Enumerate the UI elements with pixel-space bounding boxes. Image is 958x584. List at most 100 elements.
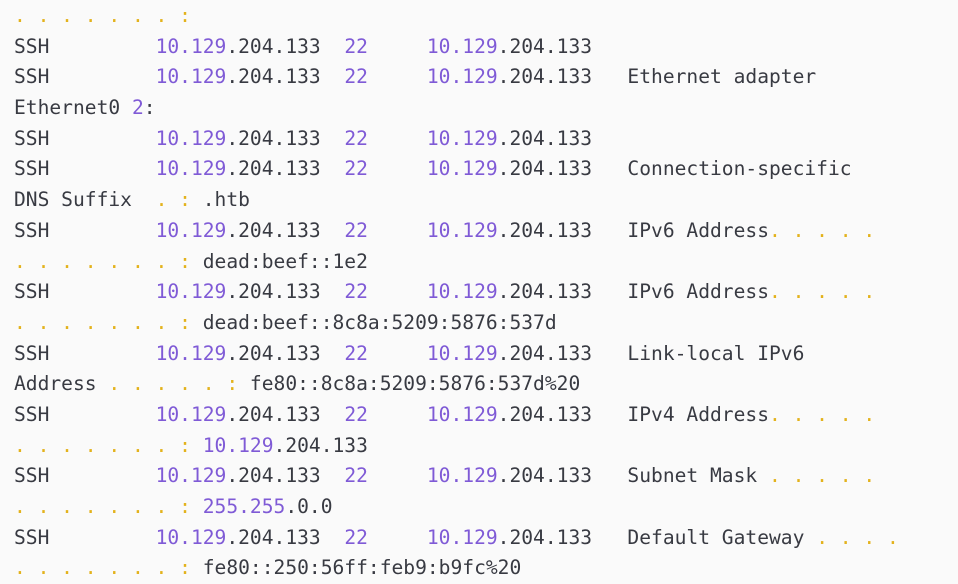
terminal-line: . . . . . . . : dead:beef::8c8a:5209:587… <box>14 308 954 339</box>
terminal-line: . . . . . . . : 255.255.0.0 <box>14 492 954 523</box>
number-token: 22 <box>344 126 368 150</box>
terminal-line: SSH 10.129.204.133 22 10.129.204.133 Eth… <box>14 62 954 93</box>
dot-leader: . . . . . <box>769 280 876 304</box>
text-token: .htb <box>190 188 250 212</box>
terminal-line: SSH 10.129.204.133 22 10.129.204.133 IPv… <box>14 277 954 308</box>
text-token: .204.133 <box>226 341 345 365</box>
text-token: .204.133 <box>497 126 593 150</box>
dot-leader: . . . . . . . : <box>14 249 191 273</box>
text-token: SSH <box>14 525 156 549</box>
text-token: SSH <box>14 464 156 488</box>
number-token: 22 <box>344 464 368 488</box>
text-token: .204.133 <box>226 65 345 89</box>
number-token: 10.129 <box>155 341 227 365</box>
terminal-output: . . . . . . . : SSH 10.129.204.133 22 10.… <box>14 1 954 584</box>
terminal-line: SSH 10.129.204.133 22 10.129.204.133 Def… <box>14 523 954 554</box>
number-token: 10.129 <box>426 157 498 181</box>
number-token: 10.129 <box>155 525 227 549</box>
number-token: 255.255 <box>202 495 286 518</box>
text-token: .204.133 IPv6 Address <box>497 280 769 304</box>
text-token: fe80::8c8a:5209:5876:537d%20 <box>238 372 581 396</box>
terminal-line: . . . . . . . : dead:beef::1e2 <box>14 247 954 278</box>
number-token: 10.129 <box>155 34 227 58</box>
terminal-line: . . . . . . . : <box>14 1 954 32</box>
number-token: 10.129 <box>426 218 498 242</box>
dot-leader: . . . . . . . : <box>14 4 191 27</box>
text-token: Address <box>14 372 109 396</box>
text-token: SSH <box>14 341 156 365</box>
number-token: 10.129 <box>426 65 498 89</box>
number-token: 22 <box>344 157 368 181</box>
dot-leader: . . . . . . . : <box>14 495 191 518</box>
text-token: dead:beef::8c8a:5209:5876:537d <box>190 310 557 334</box>
terminal-line: Address . . . . . : fe80::8c8a:5209:5876… <box>14 369 954 400</box>
text-token: dead:beef::1e2 <box>190 249 368 273</box>
dot-leader: . . . . <box>816 525 899 549</box>
text-token: .204.133 <box>226 464 345 488</box>
dot-leader: . . . . . . . : <box>14 556 191 580</box>
dot-leader: . : <box>155 188 191 212</box>
text-token: .204.133 IPv6 Address <box>497 218 769 242</box>
dot-leader: . . . . . . . : <box>14 310 191 334</box>
terminal-line: . . . . . . . : fe80::250:56ff:feb9:b9fc… <box>14 553 954 584</box>
dot-leader: . . . . . <box>769 218 876 242</box>
terminal-line: SSH 10.129.204.133 22 10.129.204.133 <box>14 124 954 155</box>
text-token: SSH <box>14 218 156 242</box>
text-token: : <box>143 96 156 120</box>
number-token: 10.129 <box>426 126 498 150</box>
number-token: 10.129 <box>202 433 274 457</box>
text-token: .204.133 Default Gateway <box>497 525 817 549</box>
number-token: 22 <box>344 402 368 426</box>
number-token: 10.129 <box>426 34 498 58</box>
number-token: 22 <box>344 280 368 304</box>
text-token: DNS Suffix <box>14 188 156 212</box>
dot-leader: . . . . . : <box>108 372 239 396</box>
dot-leader: . . . . . . . : <box>14 433 191 457</box>
terminal-line: DNS Suffix . : .htb <box>14 185 954 216</box>
number-token: 10.129 <box>426 402 498 426</box>
text-token: SSH <box>14 157 156 181</box>
text-token: .204.133 <box>226 157 345 181</box>
number-token: 22 <box>344 525 368 549</box>
number-token: 22 <box>344 218 368 242</box>
terminal-line: SSH 10.129.204.133 22 10.129.204.133 IPv… <box>14 216 954 247</box>
text-token: Ethernet0 <box>14 96 132 120</box>
text-token: .204.133 Link-local IPv6 <box>497 341 805 365</box>
number-token: 10.129 <box>426 464 498 488</box>
number-token: 22 <box>344 65 368 89</box>
text-token: SSH <box>14 280 156 304</box>
number-token: 10.129 <box>155 402 227 426</box>
terminal-line: SSH 10.129.204.133 22 10.129.204.133 Sub… <box>14 461 954 492</box>
text-token: .204.133 Connection-specific <box>497 157 852 181</box>
number-token: 10.129 <box>426 280 498 304</box>
number-token: 10.129 <box>155 65 227 89</box>
text-token: .204.133 <box>226 218 345 242</box>
terminal-line: SSH 10.129.204.133 22 10.129.204.133 IPv… <box>14 400 954 431</box>
text-token: .204.133 <box>497 34 593 58</box>
text-token: .204.133 <box>273 433 368 457</box>
text-token: .0.0 <box>285 495 333 518</box>
terminal-line: SSH 10.129.204.133 22 10.129.204.133 Con… <box>14 154 954 185</box>
text-token: .204.133 <box>226 126 345 150</box>
number-token: 10.129 <box>155 126 227 150</box>
number-token: 22 <box>344 341 368 365</box>
text-token: .204.133 <box>226 34 345 58</box>
text-token: .204.133 Ethernet adapter <box>497 65 817 89</box>
number-token: 22 <box>344 34 368 58</box>
text-token: .204.133 <box>226 280 345 304</box>
text-token: SSH <box>14 34 156 58</box>
number-token: 10.129 <box>155 218 227 242</box>
text-token: SSH <box>14 126 156 150</box>
number-token: 2 <box>131 96 144 120</box>
number-token: 10.129 <box>426 525 498 549</box>
text-token: .204.133 <box>226 525 345 549</box>
